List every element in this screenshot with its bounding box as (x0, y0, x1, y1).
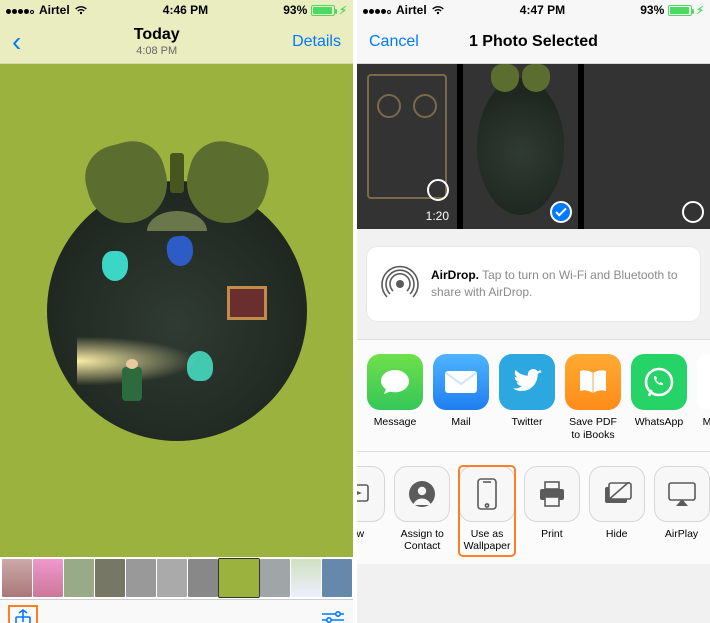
app-label: Message (367, 416, 423, 429)
charging-icon: ⚡︎ (339, 4, 347, 17)
share-title: 1 Photo Selected (469, 33, 598, 51)
selected-check-icon[interactable] (550, 201, 572, 223)
thumbnail-selected[interactable] (219, 559, 259, 597)
action-assign-contact[interactable]: Assign to Contact (394, 466, 451, 556)
whatsapp-icon (631, 354, 687, 410)
more-icon (697, 354, 710, 410)
cancel-button[interactable]: Cancel (369, 33, 419, 51)
action-hide[interactable]: Hide (588, 466, 645, 556)
thumbnail-strip[interactable] (0, 557, 353, 599)
charging-icon: ⚡︎ (696, 4, 704, 17)
select-ring-icon[interactable] (682, 201, 704, 223)
action-label: Print (523, 528, 580, 540)
message-icon (367, 354, 423, 410)
airdrop-card[interactable]: AirDrop. Tap to turn on Wi-Fi and Blueto… (367, 247, 700, 321)
share-nav-bar: Cancel 1 Photo Selected (357, 20, 710, 64)
app-label: Save PDF to iBooks (565, 416, 621, 441)
nav-subtitle: 4:08 PM (134, 45, 180, 59)
app-share-row[interactable]: Message Mail Twitter Save PDF to iBooks (357, 339, 710, 451)
sliders-icon (321, 611, 345, 623)
share-app-twitter[interactable]: Twitter (499, 354, 555, 441)
action-slideshow[interactable]: ow (357, 466, 386, 556)
selection-strip[interactable]: 1:20 (357, 64, 710, 229)
bottom-toolbar (0, 599, 353, 623)
action-row[interactable]: ow Assign to Contact Use as Wallpaper Pr… (357, 451, 710, 564)
clock-label: 4:46 PM (163, 3, 208, 17)
wifi-icon (431, 5, 445, 15)
photo-viewport[interactable] (0, 64, 353, 557)
photo-content (47, 181, 307, 441)
slideshow-icon (357, 466, 385, 522)
airdrop-text: AirDrop. Tap to turn on Wi-Fi and Blueto… (431, 267, 686, 301)
airdrop-icon (381, 261, 419, 307)
wallpaper-icon (459, 466, 515, 522)
wifi-icon (74, 5, 88, 15)
action-label: ow (357, 528, 386, 540)
strip-item-selected[interactable] (463, 64, 578, 229)
details-button[interactable]: Details (292, 33, 341, 51)
app-label: WhatsApp (631, 416, 687, 429)
share-app-ibooks[interactable]: Save PDF to iBooks (565, 354, 621, 441)
ibooks-icon (565, 354, 621, 410)
status-bar: Airtel 4:46 PM 93% ⚡︎ (0, 0, 353, 20)
share-sheet-screen: Airtel 4:47 PM 93% ⚡︎ Cancel 1 Photo Sel… (357, 0, 710, 623)
action-print[interactable]: Print (523, 466, 580, 556)
app-label: M (697, 416, 710, 429)
signal-dots-icon (363, 3, 392, 17)
back-button[interactable]: ‹ (12, 28, 21, 56)
share-app-mail[interactable]: Mail (433, 354, 489, 441)
share-app-message[interactable]: Message (367, 354, 423, 441)
nav-title: Today (134, 25, 180, 45)
nav-bar: ‹ Today 4:08 PM Details (0, 20, 353, 64)
photos-detail-screen: Airtel 4:46 PM 93% ⚡︎ ‹ Today 4:08 PM De… (0, 0, 353, 623)
battery-percent: 93% (640, 3, 664, 17)
adjust-button[interactable] (321, 611, 345, 623)
status-bar: Airtel 4:47 PM 93% ⚡︎ (357, 0, 710, 20)
share-button[interactable] (8, 605, 38, 623)
share-icon (14, 609, 32, 623)
twitter-icon (499, 354, 555, 410)
action-label: Assign to Contact (394, 528, 451, 552)
action-label: Hide (588, 528, 645, 540)
action-label: AirPlay (653, 528, 710, 540)
app-label: Twitter (499, 416, 555, 429)
action-label: Use as Wallpaper (459, 528, 516, 552)
battery-percent: 93% (283, 3, 307, 17)
action-airplay[interactable]: AirPlay (653, 466, 710, 556)
carrier-label: Airtel (39, 3, 70, 17)
share-app-more[interactable]: M (697, 354, 710, 441)
action-use-as-wallpaper[interactable]: Use as Wallpaper (459, 466, 516, 556)
mail-icon (433, 354, 489, 410)
strip-item[interactable] (584, 64, 710, 229)
video-duration: 1:20 (426, 209, 449, 223)
select-ring-icon[interactable] (427, 179, 449, 201)
airplay-icon (654, 466, 710, 522)
app-label: Mail (433, 416, 489, 429)
battery-icon (311, 5, 335, 16)
battery-icon (668, 5, 692, 16)
contact-icon (394, 466, 450, 522)
clock-label: 4:47 PM (520, 3, 565, 17)
print-icon (524, 466, 580, 522)
carrier-label: Airtel (396, 3, 427, 17)
strip-item-video[interactable]: 1:20 (357, 64, 457, 229)
share-app-whatsapp[interactable]: WhatsApp (631, 354, 687, 441)
signal-dots-icon (6, 3, 35, 17)
hide-icon (589, 466, 645, 522)
